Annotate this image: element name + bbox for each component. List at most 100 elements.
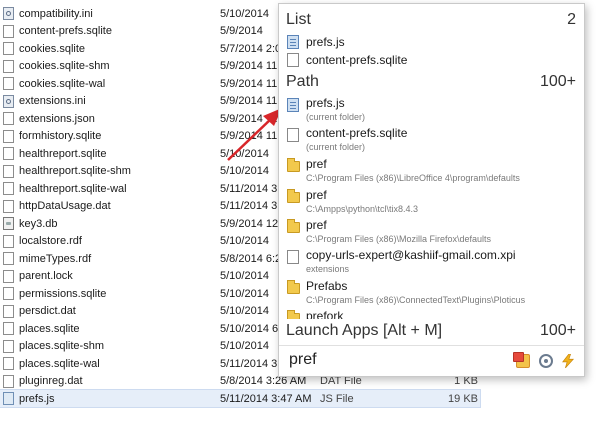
file-name: extensions.json xyxy=(19,112,95,125)
js-file-icon xyxy=(287,98,299,112)
file-date: 5/9/2014 12: xyxy=(220,217,282,230)
file-icon xyxy=(3,129,14,143)
search-bar xyxy=(279,345,584,376)
file-size: 19 KB xyxy=(448,392,478,405)
path-result-subtitle: C:\Ampps\python\tcl\tix8.4.3 xyxy=(306,204,419,214)
file-date: 5/10/2014 6: xyxy=(220,322,282,335)
file-icon xyxy=(3,59,14,73)
file-name: persdict.dat xyxy=(19,305,76,318)
list-section-count: 2 xyxy=(567,11,576,28)
file-name: places.sqlite-wal xyxy=(19,357,100,370)
file-name: extensions.ini xyxy=(19,95,86,108)
file-icon xyxy=(3,77,14,90)
file-name: key3.db xyxy=(19,217,58,230)
file-icon xyxy=(287,53,299,67)
file-date: 5/11/2014 3:47 AM xyxy=(220,392,312,405)
folder-icon xyxy=(287,219,300,233)
path-result-subtitle: C:\Program Files (x86)\LibreOffice 4\pro… xyxy=(306,173,520,183)
file-name: healthreport.sqlite-shm xyxy=(19,165,131,178)
settings-file-icon xyxy=(3,94,14,108)
file-name: httpDataUsage.dat xyxy=(19,200,111,213)
path-result-title: Prefabs xyxy=(306,279,348,293)
file-name: mimeTypes.rdf xyxy=(19,252,92,265)
file-icon xyxy=(3,339,14,353)
file-icon xyxy=(3,374,14,388)
file-date: 5/11/2014 3: xyxy=(220,200,281,213)
file-icon xyxy=(3,322,14,335)
file-date: 5/9/2014 11: xyxy=(220,95,281,108)
js-file-icon xyxy=(287,35,299,49)
path-section-header: Path 100+ xyxy=(279,70,584,94)
file-name: content-prefs.sqlite xyxy=(19,25,112,38)
path-result-item[interactable]: pref C:\Ampps\python\tcl\tix8.4.3 xyxy=(279,187,584,217)
file-name: parent.lock xyxy=(19,270,73,283)
file-name: healthreport.sqlite-wal xyxy=(19,182,127,195)
file-name: prefs.js xyxy=(19,392,55,405)
file-date: 5/10/2014 xyxy=(220,270,269,283)
cards-icon[interactable] xyxy=(513,352,530,368)
path-result-title: pref xyxy=(306,188,327,202)
file-row[interactable]: prefs.js 5/11/2014 3:47 AM JS File 19 KB xyxy=(0,388,481,409)
settings-file-icon xyxy=(3,7,14,20)
file-icon xyxy=(287,128,299,142)
path-result-item[interactable]: pref C:\Program Files (x86)\Mozilla Firef… xyxy=(279,217,584,247)
path-section-count: 100+ xyxy=(539,73,576,90)
lightning-icon[interactable] xyxy=(561,354,575,368)
file-name: pluginreg.dat xyxy=(19,375,83,388)
list-result-title: content-prefs.sqlite xyxy=(306,53,408,67)
file-name: permissions.sqlite xyxy=(19,287,107,300)
file-date: 5/9/2014 11: xyxy=(220,112,281,125)
settings-icon[interactable] xyxy=(539,354,553,368)
list-result-item[interactable]: content-prefs.sqlite xyxy=(279,52,584,70)
path-result-title: prefs.js xyxy=(306,96,345,110)
file-date: 5/9/2014 11: xyxy=(220,60,281,73)
file-date: 5/10/2014 xyxy=(220,147,269,160)
file-icon xyxy=(3,182,14,195)
launch-apps-section-title: Launch Apps [Alt + M] xyxy=(286,322,443,339)
file-date: 5/10/2014 xyxy=(220,7,269,20)
path-result-subtitle: (current folder) xyxy=(306,112,366,122)
path-result-subtitle: C:\Program Files (x86)\Mozilla Firefox\d… xyxy=(306,234,492,244)
file-icon xyxy=(287,250,299,264)
file-date: 5/11/2014 3: xyxy=(220,357,281,370)
path-result-title: copy-urls-expert@kashiif-gmail.com.xpi xyxy=(306,248,516,262)
search-input[interactable] xyxy=(289,351,489,369)
list-section-header: List 2 xyxy=(279,8,584,32)
path-result-item[interactable]: copy-urls-expert@kashiif-gmail.com.xpi ex… xyxy=(279,247,584,277)
path-section-title: Path xyxy=(286,73,319,90)
launcher-popup: List 2 prefs.js content-prefs.sqlite Path… xyxy=(278,3,585,377)
file-name: healthreport.sqlite xyxy=(19,147,107,160)
file-icon xyxy=(3,42,14,55)
list-result-item[interactable]: prefs.js xyxy=(279,34,584,52)
file-date: 5/10/2014 xyxy=(220,165,269,178)
path-result-item[interactable]: Prefabs C:\Program Files (x86)\ConnectedT… xyxy=(279,278,584,308)
file-icon xyxy=(3,164,14,178)
list-result-title: prefs.js xyxy=(306,35,345,49)
launch-apps-section-header[interactable]: Launch Apps [Alt + M] 100+ xyxy=(279,319,584,343)
file-date: 5/9/2014 11: xyxy=(220,77,281,90)
file-icon xyxy=(3,147,14,160)
path-result-item[interactable]: content-prefs.sqlite (current folder) xyxy=(279,125,584,155)
file-icon xyxy=(3,252,14,265)
path-result-title: content-prefs.sqlite xyxy=(306,126,408,140)
file-name: places.sqlite-shm xyxy=(19,340,104,353)
file-date: 5/10/2014 xyxy=(220,305,269,318)
path-result-item[interactable]: prefs.js (current folder) xyxy=(279,95,584,125)
file-icon xyxy=(3,287,14,300)
launch-apps-section-count: 100+ xyxy=(539,322,576,339)
file-date: 5/11/2014 3: xyxy=(220,182,281,195)
file-date: 5/10/2014 xyxy=(220,287,269,300)
db-file-icon xyxy=(3,217,14,230)
path-result-item[interactable]: pref C:\Program Files (x86)\LibreOffice 4… xyxy=(279,156,584,186)
file-date: 5/9/2014 11: xyxy=(220,130,281,143)
file-icon xyxy=(3,199,14,213)
path-result-subtitle: extensions xyxy=(306,264,350,274)
file-name: places.sqlite xyxy=(19,322,80,335)
path-result-title: pref xyxy=(306,218,327,232)
path-result-title: pref xyxy=(306,157,327,171)
folder-icon xyxy=(287,280,300,294)
path-result-subtitle: C:\Program Files (x86)\ConnectedText\Plu… xyxy=(306,295,526,305)
file-icon xyxy=(3,357,14,370)
js-file-icon xyxy=(3,392,14,405)
file-date: 5/9/2014 xyxy=(220,25,263,38)
